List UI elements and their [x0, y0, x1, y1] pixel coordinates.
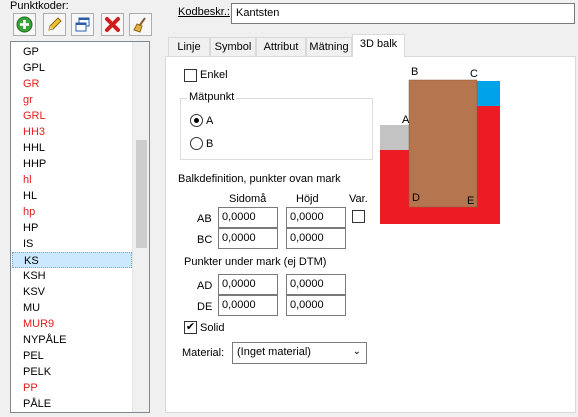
tab-attribut[interactable]: Attribut: [256, 37, 306, 56]
de-hojd-input[interactable]: 0,0000: [286, 295, 346, 316]
tab-matning[interactable]: Mätning: [306, 37, 352, 56]
solid-checkbox[interactable]: ✔: [184, 321, 197, 334]
row-bc-label: BC: [197, 234, 213, 246]
preview-blue-area: [477, 81, 500, 106]
list-item-hp[interactable]: HP: [12, 220, 132, 236]
radio-b-label: B: [206, 138, 214, 150]
radio-a-label: A: [206, 115, 214, 127]
solid-label: Solid: [200, 322, 225, 334]
list-item-is[interactable]: IS: [12, 236, 132, 252]
de-sidoma-input[interactable]: 0,0000: [218, 295, 278, 316]
matpunkt-title: Mätpunkt: [187, 91, 237, 103]
bc-hojd-input[interactable]: 0,0000: [286, 228, 346, 249]
list-item-hh3[interactable]: HH3: [12, 124, 132, 140]
list-item-hhp[interactable]: HHP: [12, 156, 132, 172]
list-item-mur9[interactable]: MUR9: [12, 316, 132, 332]
matpunkt-group: [180, 98, 373, 160]
windows-icon: [75, 17, 90, 32]
ad-hojd-input[interactable]: 0,0000: [286, 274, 346, 295]
list-item-hl[interactable]: hl: [12, 172, 132, 188]
enkel-label: Enkel: [200, 69, 228, 81]
col-sidoma: Sidomå: [229, 193, 267, 205]
list-item-påle[interactable]: PÅLE: [12, 396, 132, 412]
beam-preview: A B C D E: [380, 66, 500, 224]
row-ab-label: AB: [197, 213, 212, 225]
material-label: Material:: [182, 347, 225, 359]
list-item-gr[interactable]: gr: [12, 92, 132, 108]
delete-x-icon: [105, 17, 120, 32]
chevron-down-icon: ⌄: [352, 346, 361, 357]
bc-sidoma-input[interactable]: 0,0000: [218, 228, 278, 249]
under-title: Punkter under mark (ej DTM): [184, 256, 327, 268]
list-item-pelk[interactable]: PELK: [12, 364, 132, 380]
clean-button[interactable]: [129, 13, 152, 36]
beam-preview-graphic: [380, 79, 500, 224]
ab-hojd-input[interactable]: 0,0000: [286, 207, 346, 228]
list-item-gp[interactable]: GP: [12, 44, 132, 60]
tab-linje[interactable]: Linje: [168, 37, 210, 56]
add-button[interactable]: [13, 13, 36, 36]
list-item-ks[interactable]: KS: [12, 252, 132, 268]
list-item-pp[interactable]: PP: [12, 380, 132, 396]
tab-symbol[interactable]: Symbol: [210, 37, 256, 56]
kodbeskr-input[interactable]: Kantsten: [231, 3, 575, 24]
col-hojd: Höjd: [296, 193, 319, 205]
list-item-hhl[interactable]: HHL: [12, 140, 132, 156]
material-select[interactable]: (Inget material) ⌄: [232, 342, 367, 364]
list-item-pel[interactable]: PEL: [12, 348, 132, 364]
preview-point-a: A: [402, 114, 410, 126]
list-item-ksh[interactable]: KSH: [12, 268, 132, 284]
row-de-label: DE: [197, 301, 213, 313]
broom-icon: [133, 17, 146, 33]
radio-a[interactable]: [190, 114, 203, 127]
preview-red-right: [477, 106, 500, 150]
preview-beam: [408, 79, 478, 208]
list-scrollbar[interactable]: [132, 42, 149, 412]
list-item-nypåle[interactable]: NYPÅLE: [12, 332, 132, 348]
pencil-icon: [48, 17, 62, 31]
preview-point-c: C: [470, 68, 478, 80]
material-value: (Inget material): [237, 346, 311, 358]
delete-button[interactable]: [101, 13, 124, 36]
row-ad-label: AD: [197, 280, 213, 292]
enkel-checkbox[interactable]: [184, 69, 197, 82]
list-item-grl[interactable]: GRL: [12, 108, 132, 124]
preview-point-b: B: [411, 66, 419, 78]
var-checkbox[interactable]: [352, 210, 365, 223]
list-item-gr[interactable]: GR: [12, 76, 132, 92]
kodbeskr-label: Kodbeskr.:: [178, 6, 230, 18]
radio-b[interactable]: [190, 137, 203, 150]
list-item-hp[interactable]: hp: [12, 204, 132, 220]
tab-3d-balk[interactable]: 3D balk: [352, 34, 405, 57]
punktkoder-list[interactable]: GP GPL GR gr GRL HH3 HHL HHP hl HL hp HP IS KS KSH KSV M…: [10, 41, 150, 413]
list-item-hl[interactable]: HL: [12, 188, 132, 204]
punktkoder-label: Punktkoder:: [10, 0, 69, 12]
add-icon: [16, 16, 33, 33]
list-item-gpl[interactable]: GPL: [12, 60, 132, 76]
edit-button[interactable]: [43, 13, 66, 36]
ab-sidoma-input[interactable]: 0,0000: [218, 207, 278, 228]
preview-grey-area: [380, 125, 409, 150]
preview-point-d: D: [412, 192, 420, 204]
col-var: Var.: [349, 193, 368, 205]
ad-sidoma-input[interactable]: 0,0000: [218, 274, 278, 295]
list-item-mu[interactable]: MU: [12, 300, 132, 316]
balk-title: Balkdefinition, punkter ovan mark: [178, 173, 341, 185]
scroll-thumb[interactable]: [136, 140, 147, 248]
list-item-ksv[interactable]: KSV: [12, 284, 132, 300]
preview-point-e: E: [467, 195, 475, 207]
copy-button[interactable]: [71, 13, 94, 36]
